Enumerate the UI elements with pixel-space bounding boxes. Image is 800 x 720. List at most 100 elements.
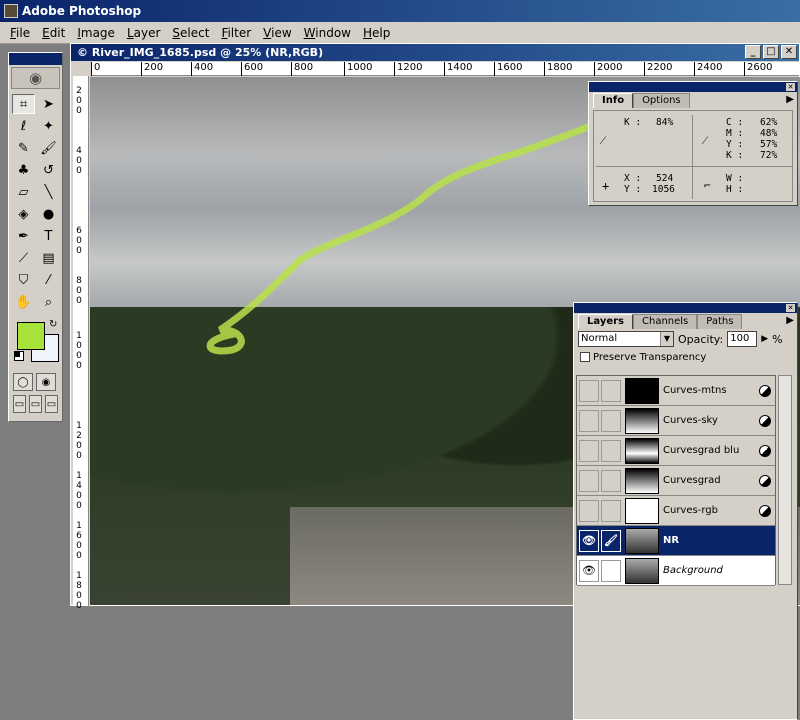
ruler-label: 1600: [494, 62, 522, 76]
stamp-icon[interactable]: ♣: [12, 160, 35, 180]
layer-row[interactable]: 👁 Background: [577, 556, 775, 586]
menu-filter[interactable]: Filter: [215, 22, 257, 44]
panel-menu-arrow-icon[interactable]: ▶: [786, 94, 794, 105]
close-icon[interactable]: ✕: [786, 304, 795, 312]
visibility-toggle[interactable]: [579, 469, 599, 492]
eraser-icon[interactable]: ▱: [12, 182, 35, 202]
link-toggle[interactable]: [601, 379, 621, 402]
magic-wand-icon[interactable]: ✦: [37, 116, 60, 136]
visibility-toggle[interactable]: [579, 379, 599, 402]
y-value: 57%: [760, 139, 778, 150]
brush-icon[interactable]: 🖌: [37, 138, 60, 158]
layer-name: Curvesgrad: [663, 475, 721, 486]
minimize-button[interactable]: _: [745, 45, 761, 59]
layer-row[interactable]: Curves-mtns: [577, 376, 775, 406]
hand-icon[interactable]: ✋: [12, 292, 35, 312]
crosshair-icon: +: [602, 179, 610, 193]
visibility-toggle[interactable]: [579, 499, 599, 522]
ruler-label: 4: [76, 146, 82, 156]
brush-icon[interactable]: 🖌: [601, 529, 621, 552]
link-toggle[interactable]: [601, 559, 621, 582]
screen-modes: ▭ ▭ ▭: [9, 393, 62, 415]
close-icon[interactable]: ✕: [786, 83, 795, 91]
healing-icon[interactable]: ✎: [12, 138, 35, 158]
eyedropper-icon[interactable]: ⁄: [37, 270, 60, 290]
horizontal-ruler: 0 200 400 600 800 1000 1200 1400 1600 18…: [91, 62, 799, 76]
layer-row[interactable]: Curvesgrad: [577, 466, 775, 496]
dodge-icon[interactable]: ●: [37, 204, 60, 224]
panel-menu-arrow-icon[interactable]: ▶: [786, 315, 794, 326]
measure-icon[interactable]: ⟋: [12, 248, 35, 268]
tab-paths[interactable]: Paths: [697, 314, 743, 329]
default-colors-icon[interactable]: [14, 351, 24, 361]
menu-select[interactable]: Select: [166, 22, 215, 44]
adjustment-layer-icon: [759, 504, 771, 517]
lasso-icon[interactable]: ℓ: [12, 116, 35, 136]
visibility-toggle[interactable]: [579, 439, 599, 462]
ruler-label: 0: [76, 166, 82, 176]
foreground-color-swatch[interactable]: [17, 322, 45, 350]
standard-screen-icon[interactable]: ▭: [13, 395, 26, 413]
menu-window[interactable]: Window: [298, 22, 357, 44]
maximize-button[interactable]: □: [763, 45, 779, 59]
opacity-field[interactable]: 100: [727, 331, 758, 347]
crop-icon[interactable]: ⌗: [12, 94, 35, 114]
ruler-label: 800: [291, 62, 313, 76]
link-toggle[interactable]: [601, 439, 621, 462]
bucket-icon[interactable]: ⛉: [12, 270, 35, 290]
toolbox-header[interactable]: [9, 53, 62, 65]
visibility-toggle[interactable]: [579, 409, 599, 432]
move-icon[interactable]: ➤: [37, 94, 60, 114]
close-button[interactable]: ✕: [781, 45, 797, 59]
menu-image[interactable]: Image: [71, 22, 121, 44]
menu-edit[interactable]: Edit: [36, 22, 71, 44]
layer-row-selected[interactable]: 👁 🖌 NR: [577, 526, 775, 556]
quickmask-mode-icon[interactable]: ◉: [36, 373, 56, 391]
document-titlebar[interactable]: © River_IMG_1685.psd @ 25% (NR,RGB) _ □ …: [71, 44, 799, 61]
chevron-down-icon[interactable]: ▼: [660, 332, 673, 346]
opacity-arrow-icon[interactable]: ▶: [761, 334, 768, 344]
preserve-checkbox[interactable]: [580, 352, 590, 362]
standard-mode-icon[interactable]: ◯: [13, 373, 33, 391]
layers-scrollbar[interactable]: [778, 375, 792, 585]
info-panel-header[interactable]: ✕: [589, 82, 797, 92]
eye-icon[interactable]: 👁: [579, 529, 599, 552]
preserve-transparency[interactable]: Preserve Transparency: [574, 349, 797, 365]
ruler-label: 0: [76, 361, 82, 371]
swap-colors-icon[interactable]: ↻: [49, 319, 57, 330]
pen-icon[interactable]: ✒: [12, 226, 35, 246]
menu-help[interactable]: Help: [357, 22, 396, 44]
layer-thumbnail: [625, 437, 659, 464]
tab-info[interactable]: Info: [593, 93, 634, 108]
fullscreen-icon[interactable]: ▭: [45, 395, 58, 413]
blur-icon[interactable]: ◈: [12, 204, 35, 224]
blend-mode-select[interactable]: Normal ▼: [578, 331, 674, 347]
layer-row[interactable]: Curves-sky: [577, 406, 775, 436]
preserve-label: Preserve Transparency: [593, 351, 707, 363]
ruler-label: 1200: [394, 62, 422, 76]
fullscreen-menu-icon[interactable]: ▭: [29, 395, 42, 413]
tab-options[interactable]: Options: [633, 93, 690, 108]
menu-file[interactable]: File: [4, 22, 36, 44]
ruler-label: 2000: [594, 62, 622, 76]
gradient-icon[interactable]: ▤: [37, 248, 60, 268]
menu-view[interactable]: View: [257, 22, 297, 44]
eye-icon[interactable]: 👁: [579, 559, 599, 582]
type-icon[interactable]: T: [37, 226, 60, 246]
tab-layers[interactable]: Layers: [578, 314, 633, 329]
history-brush-icon[interactable]: ↺: [37, 160, 60, 180]
layers-panel-header[interactable]: ✕: [574, 303, 797, 313]
adobe-eye-icon[interactable]: ◉: [11, 67, 60, 89]
link-toggle[interactable]: [601, 499, 621, 522]
layer-row[interactable]: Curves-rgb: [577, 496, 775, 526]
menu-layer[interactable]: Layer: [121, 22, 166, 44]
ruler-label: 1: [76, 571, 82, 581]
link-toggle[interactable]: [601, 469, 621, 492]
layer-row[interactable]: Curvesgrad blu: [577, 436, 775, 466]
tab-channels[interactable]: Channels: [633, 314, 698, 329]
link-toggle[interactable]: [601, 409, 621, 432]
blend-mode-value: Normal: [581, 333, 618, 344]
line-icon[interactable]: ╲: [37, 182, 60, 202]
layer-name: NR: [663, 535, 680, 546]
zoom-icon[interactable]: ⌕: [37, 292, 60, 312]
